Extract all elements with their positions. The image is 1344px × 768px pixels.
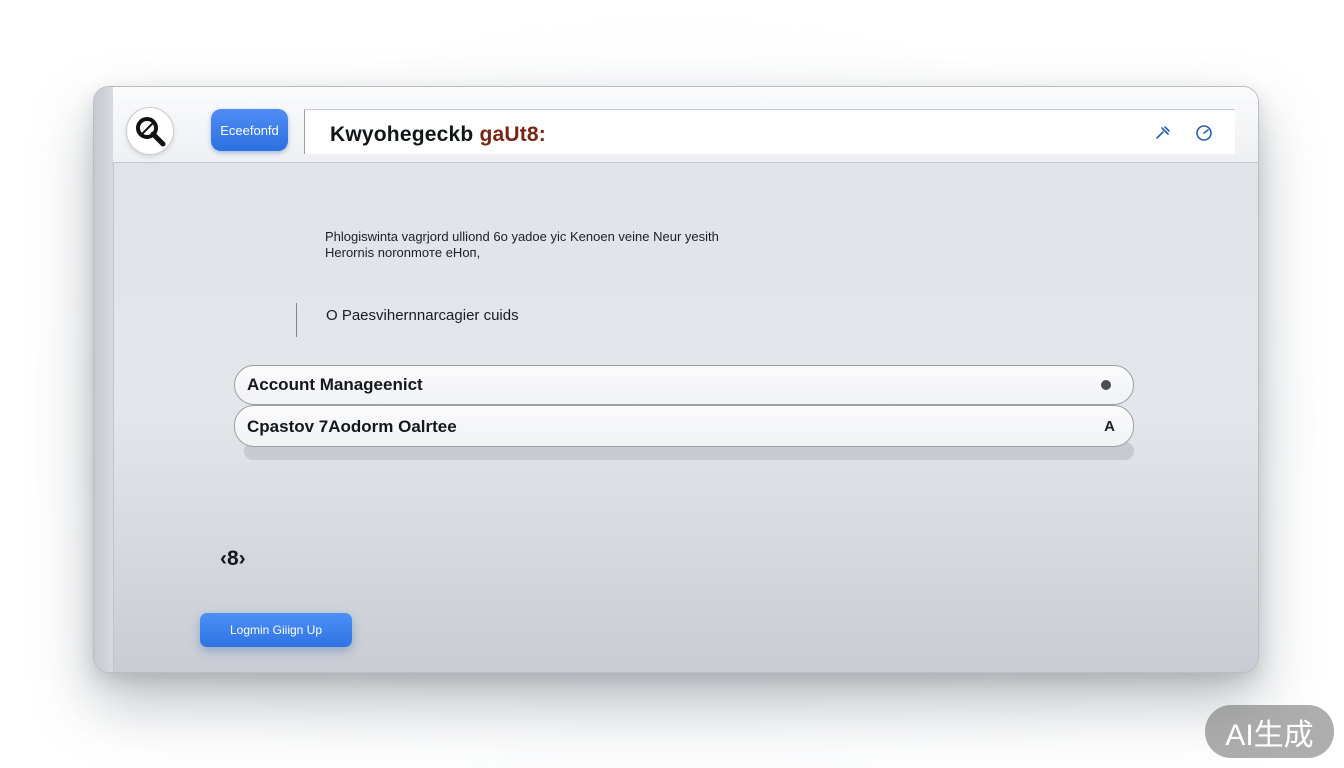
search-text: Kwyohegeckb gaUt8: (330, 123, 546, 147)
list-item-account-management[interactable]: Account Manageenict (234, 365, 1134, 405)
page: Eceefonfd Kwyohegeckb gaUt8: Phlogiswint… (0, 0, 1344, 768)
side-strip (94, 87, 114, 672)
search-text-accent: gaUt8: (479, 123, 546, 146)
app-window: Eceefonfd Kwyohegeckb gaUt8: Phlogiswint… (93, 86, 1259, 673)
radio-option[interactable]: O Paesvihernnarcagier cuids (326, 307, 519, 324)
ai-generated-watermark: AI生成 (1205, 705, 1334, 758)
description-line-2: Herornis noronmoте eНоп, (325, 245, 481, 260)
pin-icon[interactable] (1153, 123, 1173, 143)
login-signup-button[interactable]: Logmin Giiign Up (200, 613, 352, 647)
list-item-secondary[interactable]: Cpastov 7Aodorm Oalrtee A (234, 405, 1134, 447)
description-line-1: Phlogiswinta vagrjord ulliond 6o yadoe y… (325, 229, 719, 244)
list-item-label: Account Manageenict (247, 375, 423, 394)
header-bar: Eceefonfd Kwyohegeckb gaUt8: (113, 87, 1258, 163)
letter-a-icon: A (1104, 418, 1115, 435)
gauge-icon[interactable] (1194, 123, 1214, 143)
search-text-main: Kwyohegeckb (330, 123, 480, 146)
search-bar[interactable]: Kwyohegeckb gaUt8: (304, 109, 1235, 154)
brand-button[interactable]: Eceefonfd (211, 109, 288, 151)
logo-search-icon[interactable] (126, 107, 174, 155)
status-dot-icon (1101, 380, 1111, 390)
divider-line (296, 303, 297, 337)
list-item-label: Cpastov 7Aodorm Oalrtee (247, 417, 457, 436)
mini-indicator: ‹8› (220, 547, 246, 570)
description-text: Phlogiswinta vagrjord ulliond 6o yadoe y… (325, 229, 719, 261)
